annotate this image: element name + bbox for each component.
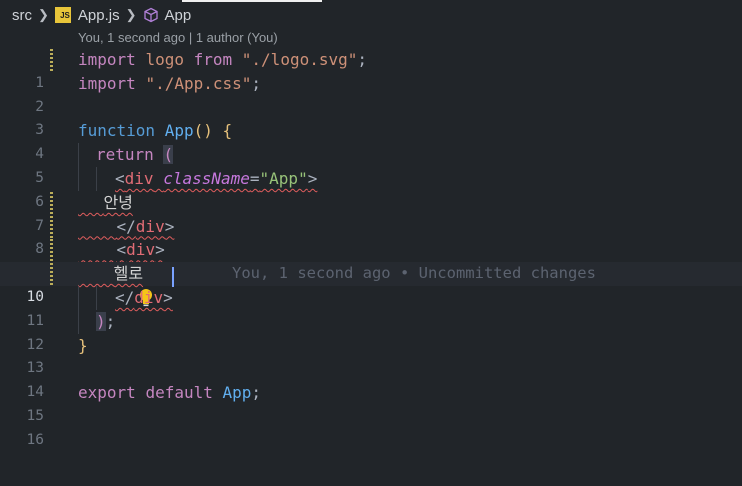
indent-guide bbox=[96, 166, 97, 191]
punctuation: ; bbox=[105, 311, 116, 331]
punctuation: > bbox=[163, 287, 173, 307]
breadcrumb-folder[interactable]: src bbox=[12, 7, 32, 24]
keyword: import bbox=[78, 50, 136, 69]
code-line[interactable]: 2 import "./App.css"; bbox=[0, 72, 742, 115]
jsx-tag: div bbox=[124, 168, 154, 188]
codelens-blame[interactable]: You, 1 second ago | 1 author (You) bbox=[78, 30, 278, 48]
attribute-value: "App" bbox=[259, 168, 308, 188]
modified-gutter-marker[interactable] bbox=[50, 263, 53, 286]
indent-guide bbox=[78, 143, 79, 168]
jsx-tag: div bbox=[134, 287, 164, 307]
punctuation: </ bbox=[115, 287, 135, 307]
breadcrumb-symbol[interactable]: App bbox=[165, 7, 192, 24]
code-line[interactable]: 3 bbox=[0, 96, 742, 138]
punctuation: ; bbox=[357, 50, 368, 69]
punctuation: () bbox=[193, 121, 213, 141]
symbol-cube-icon bbox=[143, 7, 159, 23]
code-line[interactable]: 5 return ( bbox=[0, 143, 742, 186]
code-line[interactable]: 13 } bbox=[0, 334, 742, 377]
punctuation: { bbox=[222, 121, 233, 141]
modified-gutter-marker[interactable] bbox=[50, 215, 53, 238]
jsx-tag: div bbox=[126, 240, 156, 260]
modified-gutter-marker[interactable] bbox=[50, 49, 53, 71]
indent-guide bbox=[78, 309, 79, 334]
code-line[interactable]: 14 bbox=[0, 357, 742, 400]
breadcrumb: src ❯ JS App.js ❯ App bbox=[0, 0, 742, 30]
code-line[interactable]: 12 ); bbox=[0, 309, 742, 353]
jsx-text: 안녕 bbox=[103, 192, 133, 212]
identifier: logo bbox=[145, 50, 184, 69]
keyword: function bbox=[78, 121, 156, 141]
modified-gutter-marker[interactable] bbox=[50, 239, 53, 262]
modified-gutter-marker[interactable] bbox=[50, 191, 53, 214]
punctuation: </ bbox=[116, 216, 136, 236]
lightbulb-icon[interactable] bbox=[80, 264, 152, 307]
string: "./App.css" bbox=[145, 73, 252, 93]
keyword: import bbox=[78, 73, 136, 93]
punctuation: ; bbox=[251, 383, 262, 403]
string: "./logo.svg" bbox=[241, 50, 358, 69]
text-cursor bbox=[171, 264, 174, 288]
jsx-attribute: className bbox=[163, 168, 250, 188]
punctuation: > bbox=[155, 240, 165, 260]
code-line[interactable]: 1 import logo from "./logo.svg"; bbox=[0, 48, 742, 91]
indent-guide bbox=[78, 166, 79, 191]
chevron-right-icon: ❯ bbox=[38, 7, 49, 22]
chevron-right-icon: ❯ bbox=[125, 7, 137, 22]
code-line[interactable]: 8 </div> bbox=[0, 215, 742, 257]
keyword: default bbox=[145, 383, 213, 403]
jsx-tag: div bbox=[135, 216, 165, 236]
inline-blame: You, 1 second ago • Uncommitted changes bbox=[232, 264, 596, 283]
javascript-file-icon: JS bbox=[54, 7, 71, 23]
code-editor[interactable]: 1 import logo from "./logo.svg"; 2 impor… bbox=[0, 48, 742, 448]
indent-guide bbox=[78, 285, 79, 310]
matched-paren: ( bbox=[163, 145, 174, 165]
function-name: App bbox=[164, 121, 194, 141]
punctuation: ; bbox=[251, 73, 262, 93]
line-number: 16 bbox=[26, 431, 44, 448]
keyword: return bbox=[96, 145, 154, 165]
code-line-current[interactable]: 10 헬로 You, 1 second ago • Uncommitted ch… bbox=[0, 262, 742, 307]
punctuation: < bbox=[116, 240, 127, 260]
indent-guide bbox=[96, 285, 97, 310]
punctuation: > bbox=[164, 216, 175, 236]
matched-paren: ) bbox=[96, 311, 106, 331]
code-line[interactable]: 15 export default App; bbox=[0, 381, 742, 424]
identifier: App bbox=[222, 383, 252, 403]
punctuation: } bbox=[78, 335, 88, 355]
code-line[interactable]: 6 <div className="App"> bbox=[0, 166, 742, 210]
jsx-text: 헬로 bbox=[113, 264, 144, 284]
breadcrumb-file[interactable]: App.js bbox=[78, 7, 120, 24]
code-line[interactable]: 11 </div> bbox=[0, 285, 742, 329]
keyword: from bbox=[193, 50, 233, 69]
code-line[interactable]: 7 안녕 bbox=[0, 191, 742, 234]
keyword: export bbox=[78, 383, 136, 403]
punctuation: > bbox=[307, 168, 318, 188]
punctuation: = bbox=[249, 168, 260, 188]
code-line[interactable]: 16 bbox=[0, 405, 742, 448]
code-line[interactable]: 4 function App() { bbox=[0, 119, 742, 162]
code-line[interactable]: 9 <div> bbox=[0, 238, 742, 281]
punctuation: < bbox=[115, 168, 125, 188]
